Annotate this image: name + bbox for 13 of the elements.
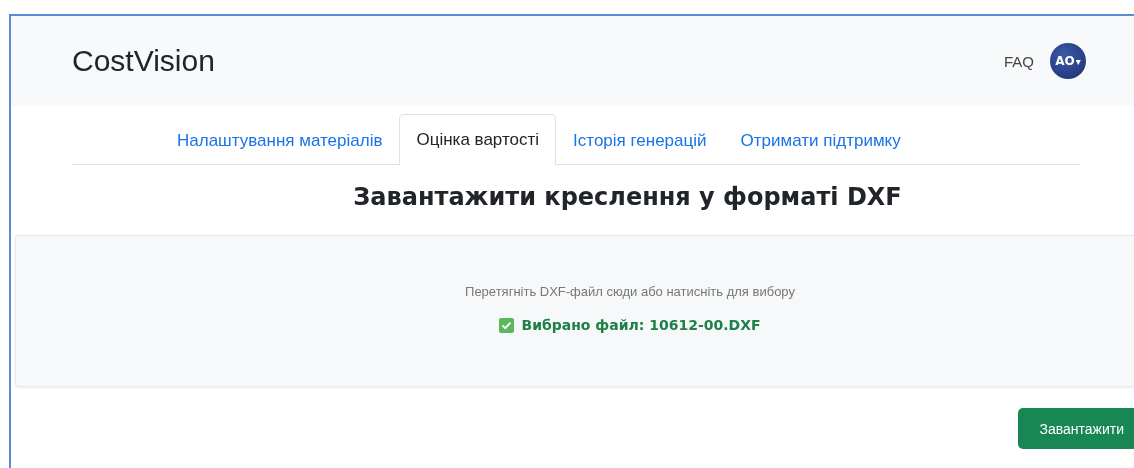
file-drop-zone[interactable]: Перетягніть DXF-файл сюди або натисніть для вибору Вибрано файл: 10612-00.DXF xyxy=(15,235,1134,387)
user-avatar-button[interactable]: AO▾ xyxy=(1050,43,1086,79)
tab[interactable]: Оцінка вартості xyxy=(399,114,557,165)
selected-file-label: Вибрано файл: 10612-00.DXF xyxy=(521,317,761,333)
drop-hint: Перетягніть DXF-файл сюди або натисніть для вибору xyxy=(465,284,795,299)
upload-button[interactable]: Завантажити xyxy=(1017,408,1134,449)
tab[interactable]: Налаштування матеріалів xyxy=(160,115,400,165)
caret-icon: ▾ xyxy=(1075,55,1081,67)
tab[interactable]: Отримати підтримку xyxy=(723,115,918,165)
faq-link[interactable]: FAQ xyxy=(1004,52,1034,70)
page-heading: Завантажити креслення у форматі DXF xyxy=(352,183,903,213)
brand-logo: CostVision xyxy=(72,44,216,78)
tab[interactable]: Історія генерацій xyxy=(556,115,724,165)
